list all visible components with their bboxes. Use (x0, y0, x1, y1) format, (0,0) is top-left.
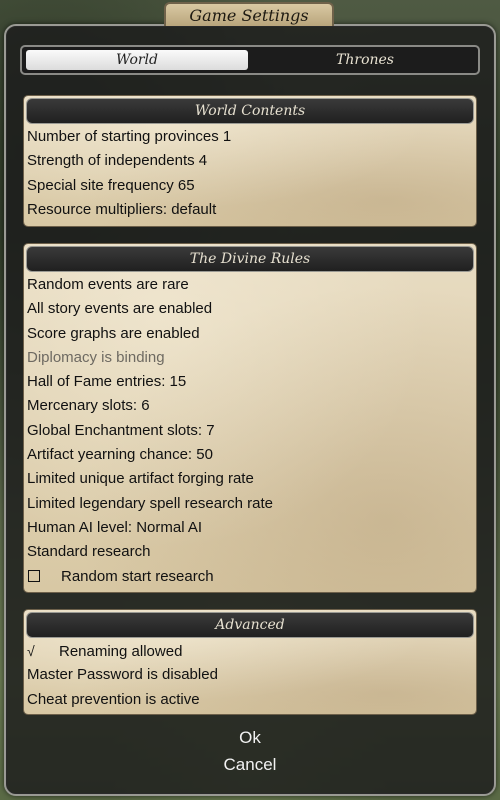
dialog-title: Game Settings (164, 2, 334, 26)
setting-score-graphs[interactable]: Score graphs are enabled (27, 323, 473, 347)
setting-cheat-prevention[interactable]: Cheat prevention is active (27, 689, 473, 713)
setting-human-ai-level[interactable]: Human AI level: Normal AI (27, 517, 473, 541)
random-start-research-label: Random start research (61, 567, 214, 585)
setting-global-enchantment-slots[interactable]: Global Enchantment slots: 7 (27, 420, 473, 444)
setting-hall-of-fame[interactable]: Hall of Fame entries: 15 (27, 371, 473, 395)
setting-master-password[interactable]: Master Password is disabled (27, 664, 473, 688)
advanced-header: Advanced (26, 612, 474, 638)
setting-diplomacy: Diplomacy is binding (27, 348, 165, 366)
setting-spell-research-rate[interactable]: Limited legendary spell research rate (27, 493, 473, 517)
checkmark-icon[interactable]: √ (27, 640, 59, 662)
tab-bar: World Thrones (20, 45, 480, 75)
setting-artifact-yearning[interactable]: Artifact yearning chance: 50 (27, 444, 473, 468)
setting-mercenary-slots[interactable]: Mercenary slots: 6 (27, 395, 473, 419)
setting-special-site-frequency[interactable]: Special site frequency 65 (27, 175, 473, 199)
cancel-button[interactable]: Cancel (200, 755, 300, 775)
divine-rules-header: The Divine Rules (26, 246, 474, 272)
setting-story-events[interactable]: All story events are enabled (27, 298, 473, 322)
setting-random-events[interactable]: Random events are rare (27, 274, 473, 298)
checkbox-empty-icon[interactable] (28, 569, 40, 582)
renaming-allowed-label: Renaming allowed (59, 643, 183, 660)
world-contents-header: World Contents (26, 98, 474, 124)
divine-rules-panel: The Divine Rules Random events are rare … (24, 244, 476, 592)
setting-artifact-forging-rate[interactable]: Limited unique artifact forging rate (27, 468, 473, 492)
tab-world[interactable]: World (26, 50, 248, 70)
advanced-panel: Advanced √ Renaming allowed Master Passwo… (24, 610, 476, 714)
setting-resource-multipliers[interactable]: Resource multipliers: default (27, 199, 473, 223)
tab-thrones[interactable]: Thrones (254, 50, 476, 70)
renaming-allowed-checkbox[interactable]: √ Renaming allowed (27, 640, 473, 664)
setting-starting-provinces[interactable]: Number of starting provinces 1 (27, 126, 473, 150)
setting-standard-research[interactable]: Standard research (27, 541, 473, 565)
world-contents-panel: World Contents Number of starting provin… (24, 96, 476, 226)
setting-independents-strength[interactable]: Strength of independents 4 (27, 150, 473, 174)
random-start-research-checkbox[interactable]: Random start research (27, 566, 473, 590)
ok-button[interactable]: Ok (200, 728, 300, 748)
